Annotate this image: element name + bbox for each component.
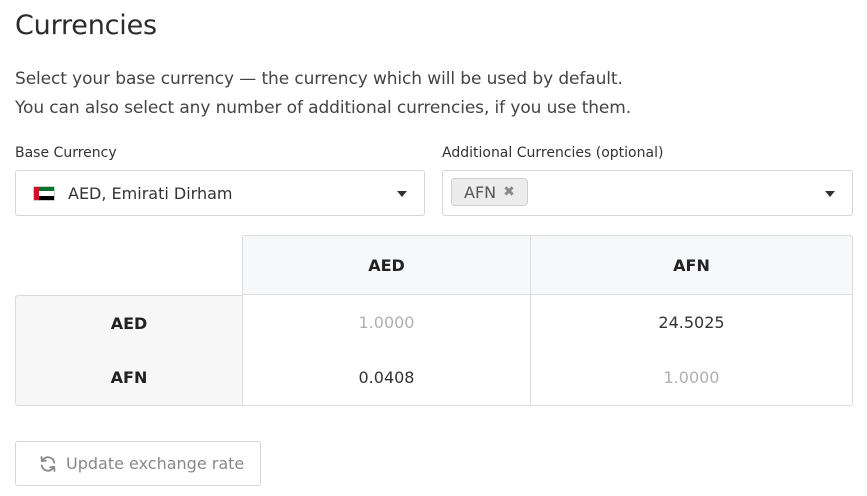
update-button-label: Update exchange rate: [66, 454, 245, 473]
additional-currencies-label: Additional Currencies (optional): [442, 145, 664, 161]
currencies-settings-page: Currencies Select your base currency — t…: [0, 0, 867, 496]
rate-cell: 1.0000: [242, 295, 530, 351]
page-title: Currencies: [15, 10, 157, 41]
column-header: AED: [242, 235, 530, 295]
update-exchange-rate-button[interactable]: Update exchange rate: [15, 441, 261, 486]
chevron-down-icon[interactable]: [825, 191, 835, 197]
currency-tag-label: AFN: [464, 182, 497, 202]
rate-cell: 1.0000: [530, 350, 853, 406]
currency-tag: AFN ✖: [451, 178, 528, 206]
row-header: AED: [15, 295, 242, 351]
base-currency-value: AED, Emirati Dirham: [68, 184, 233, 203]
additional-currencies-select[interactable]: AFN ✖: [442, 170, 853, 216]
base-currency-label: Base Currency: [15, 145, 117, 161]
rate-cell[interactable]: 24.5025: [530, 295, 853, 351]
refresh-icon: [40, 455, 56, 472]
chevron-down-icon[interactable]: [397, 191, 407, 197]
description-line-1: Select your base currency — the currency…: [15, 69, 623, 89]
base-currency-select[interactable]: AED, Emirati Dirham: [15, 170, 425, 216]
row-header: AFN: [15, 350, 242, 406]
remove-tag-icon[interactable]: ✖: [503, 185, 515, 199]
column-header: AFN: [530, 235, 853, 295]
exchange-rate-matrix: AED AFN AED 1.0000 24.5025 AFN 0.0408 1.…: [15, 235, 853, 406]
description-line-2: You can also select any number of additi…: [15, 98, 632, 118]
rate-cell[interactable]: 0.0408: [242, 350, 530, 406]
uae-flag-icon: [34, 187, 54, 200]
